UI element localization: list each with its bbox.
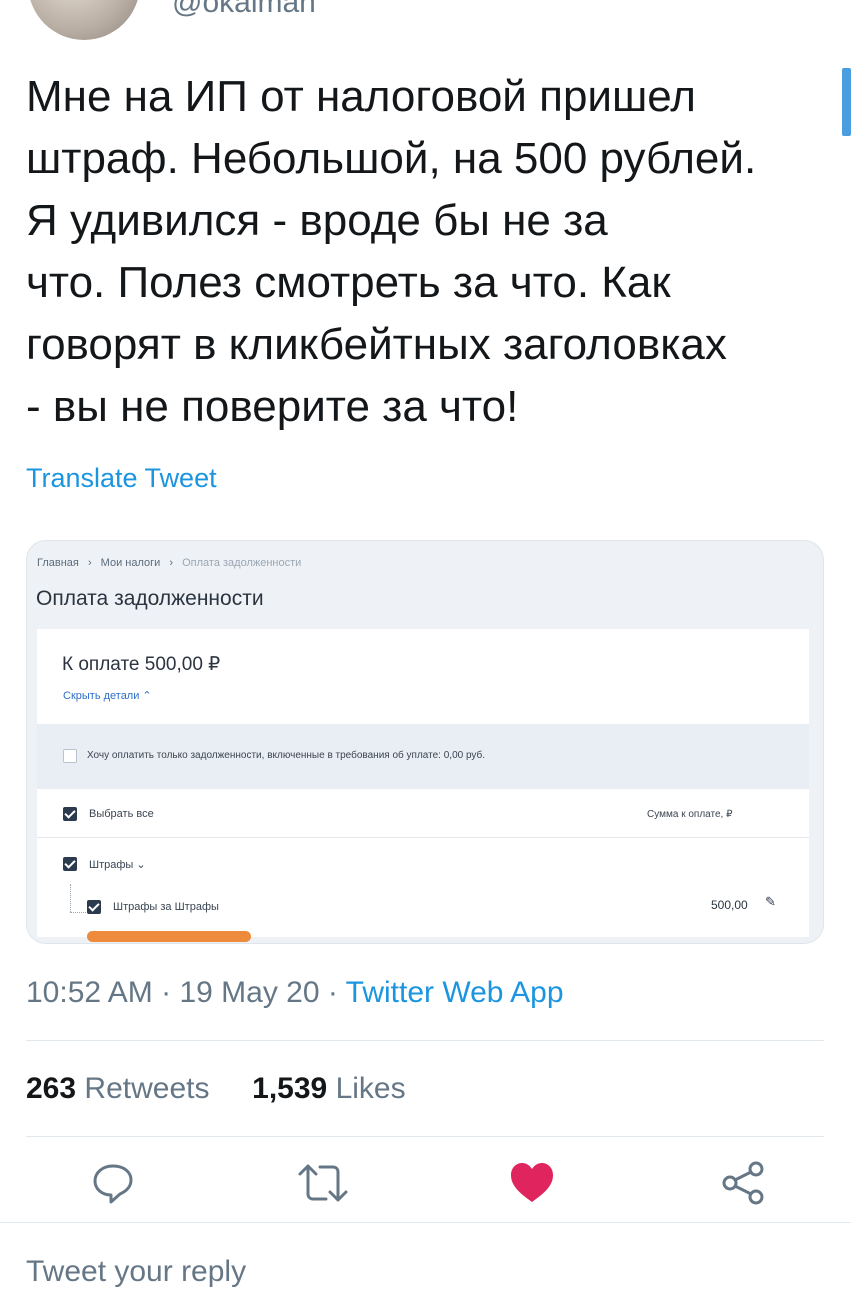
fine-item-amount: 500,00 xyxy=(711,898,748,912)
retweet-button[interactable] xyxy=(296,1160,352,1216)
amount-due: К оплате 500,00 ₽ xyxy=(62,654,221,675)
fines-group-label: Штрафы ⌄ xyxy=(89,859,146,871)
reply-icon xyxy=(93,1164,133,1204)
tweet-meta: 10:52 AM · 19 May 20 · Twitter Web App xyxy=(26,976,564,1010)
breadcrumb-home: Главная xyxy=(37,557,79,569)
scroll-indicator xyxy=(842,68,851,136)
tweet-actions xyxy=(0,1160,851,1220)
likes-label: Likes xyxy=(335,1072,406,1105)
meta-separator: · xyxy=(152,976,180,1009)
embedded-page-title: Оплата задолженности xyxy=(36,587,264,610)
avatar[interactable] xyxy=(28,0,140,40)
heart-icon xyxy=(511,1163,553,1202)
tweet-date: 19 May 20 xyxy=(179,976,320,1009)
breadcrumb-taxes: Мои налоги xyxy=(100,557,161,569)
share-button[interactable] xyxy=(720,1160,776,1216)
tweet-image[interactable]: Главная › Мои налоги › Оплата задолженно… xyxy=(26,540,824,944)
tree-line-vertical xyxy=(70,884,71,912)
select-all-label: Выбрать все xyxy=(89,808,154,820)
likes-count: 1,539 xyxy=(252,1072,328,1105)
debt-only-label: Хочу оплатить только задолженности, вклю… xyxy=(87,750,486,761)
debt-option-row: Хочу оплатить только задолженности, вклю… xyxy=(37,724,809,789)
tweet-stats: 263 Retweets 1,539 Likes xyxy=(26,1072,406,1106)
fine-item-checkbox xyxy=(87,900,101,914)
user-handle[interactable]: @okalman xyxy=(172,0,316,20)
fines-group-checkbox xyxy=(63,857,77,871)
fines-list: Выбрать все Сумма к оплате, ₽ Штрафы ⌄ Ш… xyxy=(37,789,809,937)
share-icon xyxy=(722,1161,764,1205)
debt-only-checkbox xyxy=(63,749,77,763)
like-button[interactable] xyxy=(508,1160,564,1216)
select-all-checkbox xyxy=(63,807,77,821)
breadcrumb: Главная › Мои налоги › Оплата задолженно… xyxy=(37,557,302,569)
retweet-icon xyxy=(298,1164,348,1202)
hide-details-link: Скрыть детали ⌃ xyxy=(63,690,152,702)
tree-line-horizontal xyxy=(70,912,86,913)
translate-tweet-link[interactable]: Translate Tweet xyxy=(26,460,217,496)
retweets-count: 263 xyxy=(26,1072,77,1105)
divider-top xyxy=(26,1040,824,1041)
breadcrumb-current: Оплата задолженности xyxy=(182,557,302,569)
retweets-label: Retweets xyxy=(84,1072,210,1105)
list-divider xyxy=(37,837,809,838)
tweet-text: Мне на ИП от налоговой пришел штраф. Неб… xyxy=(26,72,757,431)
sum-column-header: Сумма к оплате, ₽ xyxy=(647,809,733,820)
divider-bottom xyxy=(26,1136,824,1137)
edit-pencil-icon: ✎ xyxy=(765,894,776,909)
tweet-source-link[interactable]: Twitter Web App xyxy=(346,976,564,1009)
meta-separator-2: · xyxy=(319,976,346,1009)
reply-divider xyxy=(0,1222,851,1223)
likes-stat[interactable]: 1,539 Likes xyxy=(252,1072,405,1105)
payment-summary: К оплате 500,00 ₽ Скрыть детали ⌃ xyxy=(37,629,809,724)
fine-item-label: Штрафы за Штрафы xyxy=(113,901,219,913)
tweet-time: 10:52 AM xyxy=(26,976,153,1009)
reply-input[interactable]: Tweet your reply xyxy=(26,1255,246,1289)
retweets-stat[interactable]: 263 Retweets xyxy=(26,1072,209,1105)
orange-highlight-stroke xyxy=(87,931,251,942)
reply-button[interactable] xyxy=(90,1160,146,1216)
